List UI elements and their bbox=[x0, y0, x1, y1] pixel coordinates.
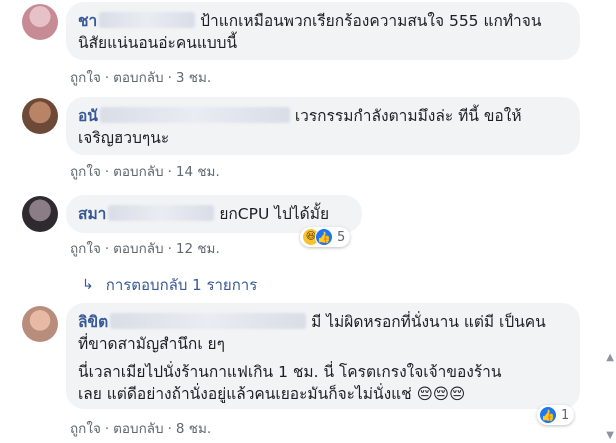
reaction-summary[interactable]: 😆 👍 5 bbox=[300, 227, 351, 247]
comment-author[interactable]: อนั bbox=[78, 107, 98, 125]
reply-button[interactable]: ตอบกลับ bbox=[113, 421, 163, 437]
reply-button[interactable]: ตอบกลับ bbox=[113, 241, 163, 257]
comment-text: เวรกรรมกำลังตามมึงล่ะ ทีนี้ ขอให้ bbox=[294, 107, 522, 125]
comment-actions: ถูกใจ · ตอบกลับ · 8 ชม. bbox=[70, 421, 212, 437]
view-replies-link[interactable]: ↳ การตอบกลับ 1 รายการ bbox=[82, 273, 257, 297]
timestamp[interactable]: 14 ชม. bbox=[176, 164, 220, 180]
comment-actions: ถูกใจ · ตอบกลับ · 12 ชม. bbox=[70, 241, 220, 257]
comment-actions: ถูกใจ · ตอบกลับ · 3 ชม. bbox=[70, 70, 212, 86]
reply-button[interactable]: ตอบกลับ bbox=[113, 164, 163, 180]
redacted-name bbox=[108, 205, 215, 221]
replies-label: การตอบกลับ 1 รายการ bbox=[105, 276, 258, 294]
comment-text: ที่ขาดสามัญสำนึกเ ยๆ bbox=[78, 335, 225, 353]
comment-text: ยกCPU ไปได้มั้ย bbox=[219, 205, 330, 223]
like-button[interactable]: ถูกใจ bbox=[70, 241, 101, 257]
comment-text: เลย แต่ดีอย่างถ้านั่งอยู่แล้วคนเยอะมันก็… bbox=[78, 385, 466, 403]
comment-author[interactable]: สมา bbox=[78, 205, 106, 223]
redacted-name bbox=[110, 313, 307, 329]
scroll-down-icon[interactable]: ▼ bbox=[606, 430, 614, 441]
comment-bubble: อนั เวรกรรมกำลังตามมึงล่ะ ทีนี้ ขอให้ เจ… bbox=[66, 97, 580, 155]
timestamp[interactable]: 12 ชม. bbox=[176, 241, 220, 257]
like-icon: 👍 bbox=[315, 228, 333, 246]
avatar[interactable] bbox=[22, 98, 58, 134]
comment-text: นิสัยแน่นอนอ่ะคนแบบนี้ bbox=[78, 34, 238, 52]
avatar[interactable] bbox=[22, 196, 58, 232]
timestamp[interactable]: 3 ชม. bbox=[176, 70, 211, 86]
like-button[interactable]: ถูกใจ bbox=[70, 70, 101, 86]
reply-arrow-icon: ↳ bbox=[82, 277, 94, 293]
comment-actions: ถูกใจ · ตอบกลับ · 14 ชม. bbox=[70, 164, 220, 180]
comment-author[interactable]: ลิขิต bbox=[78, 313, 108, 331]
avatar[interactable] bbox=[22, 4, 58, 40]
comment-text: เจริญฮวบๆนะ bbox=[78, 129, 170, 147]
like-button[interactable]: ถูกใจ bbox=[70, 164, 101, 180]
comment-text: มี ไม่ผิดหรอกที่นั่งนาน แต่มี เป็นคน bbox=[311, 313, 546, 331]
like-button[interactable]: ถูกใจ bbox=[70, 421, 101, 437]
comment-bubble: ลิขิต มี ไม่ผิดหรอกที่นั่งนาน แต่มี เป็น… bbox=[66, 303, 580, 409]
like-icon: 👍 bbox=[539, 406, 557, 424]
redacted-name bbox=[99, 107, 290, 123]
timestamp[interactable]: 8 ชม. bbox=[176, 421, 211, 437]
avatar[interactable] bbox=[22, 306, 58, 342]
redacted-name bbox=[99, 12, 196, 28]
reaction-count: 1 bbox=[561, 407, 570, 423]
reaction-summary[interactable]: 👍 1 bbox=[537, 405, 575, 425]
comment-author[interactable]: ชา bbox=[78, 12, 97, 30]
reaction-count: 5 bbox=[337, 229, 346, 245]
reply-button[interactable]: ตอบกลับ bbox=[113, 70, 163, 86]
comment-text: นี่เวลาเมียไปนั่งร้านกาแฟเกิน 1 ชม. นี่ … bbox=[78, 363, 502, 381]
comment-text: ป้าแกเหมือนพวกเรียกร้องความสนใจ 555 แกทำ… bbox=[200, 12, 542, 30]
comment-bubble: ชา ป้าแกเหมือนพวกเรียกร้องความสนใจ 555 แ… bbox=[66, 2, 580, 60]
scroll-up-icon[interactable]: ▲ bbox=[606, 352, 614, 363]
